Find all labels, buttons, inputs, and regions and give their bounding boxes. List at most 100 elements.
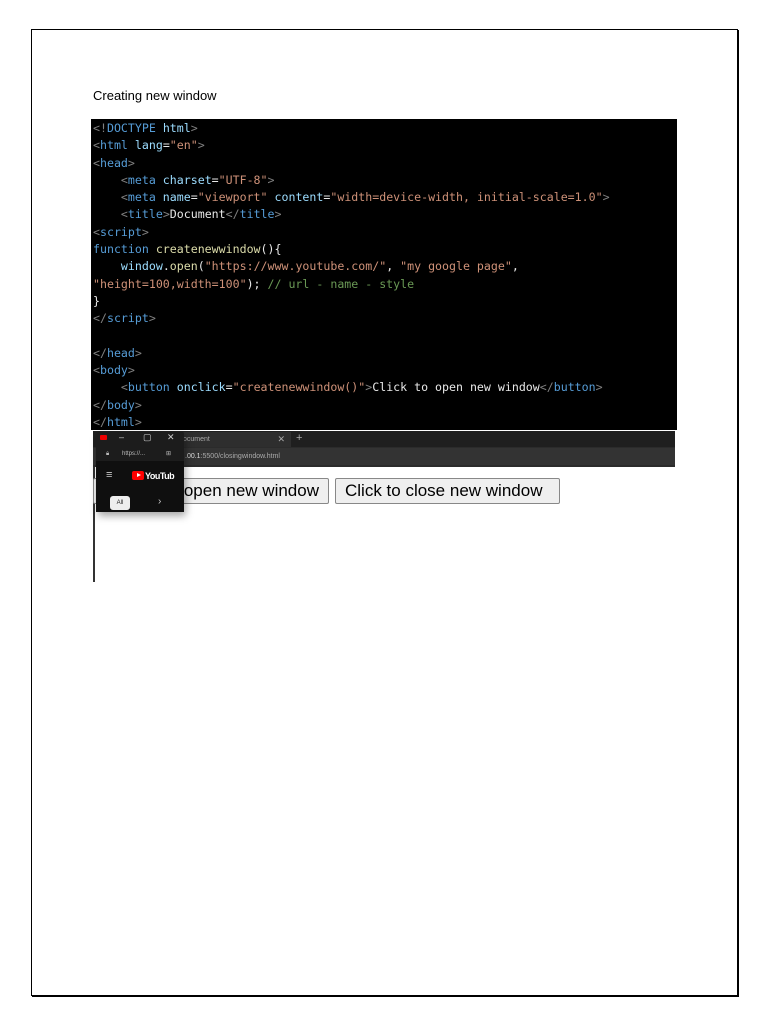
- code-token: >: [190, 121, 198, 135]
- code-line: <button onclick="createnewwindow()">Clic…: [91, 379, 677, 396]
- code-screenshot: <!DOCTYPE html> <html lang="en"> <head> <m…: [91, 119, 677, 430]
- code-token: window: [120, 259, 163, 274]
- code-line: </head>: [91, 345, 677, 362]
- code-line: <html lang="en">: [91, 137, 677, 154]
- youtube-play-icon: [132, 471, 144, 480]
- code-token: Document: [169, 207, 226, 222]
- code-token: head: [106, 345, 135, 360]
- maximize-icon: ▢: [143, 432, 152, 442]
- code-token: name: [155, 190, 191, 205]
- code-token: meta: [127, 190, 156, 205]
- code-token: body: [106, 397, 135, 412]
- code-line: <!DOCTYPE html>: [91, 120, 677, 137]
- code-token: >: [274, 207, 282, 222]
- code-token: "en": [169, 138, 198, 153]
- code-token: button: [553, 380, 596, 395]
- code-token: =: [162, 138, 170, 153]
- close-tab-icon: ✕: [277, 434, 285, 444]
- code-token: "width=device-width, initial-scale=1.0": [330, 190, 603, 205]
- minimize-icon: –: [119, 432, 125, 442]
- code-token: >: [148, 311, 156, 326]
- popup-url: https://...: [122, 451, 146, 457]
- code-token: html: [106, 415, 135, 430]
- code-token: "UTF-8": [218, 172, 268, 187]
- code-line: </body>: [91, 397, 677, 414]
- code-token: >: [595, 380, 603, 395]
- code-token: script: [99, 224, 142, 239]
- code-token: DOCTYPE: [106, 121, 156, 135]
- code-token: (){: [260, 242, 282, 257]
- menu-icon: ≡: [106, 469, 113, 481]
- code-line: <meta name="viewport" content="width=dev…: [91, 189, 677, 206]
- code-token: "createnewwindow()": [232, 380, 366, 395]
- code-token: );: [246, 276, 268, 291]
- code-token: >: [134, 397, 142, 412]
- code-token: title: [127, 207, 163, 222]
- code-line: <script>: [91, 224, 677, 241]
- code-token: charset: [155, 172, 212, 187]
- popup-window: – ▢ ✕ 🔒︎ https://... ⊞ ≡ YouTub All ›: [96, 431, 184, 512]
- youtube-favicon-icon: [100, 435, 107, 440]
- lock-icon: 🔒︎: [106, 451, 110, 457]
- browser-tab: ocument ✕: [181, 432, 291, 447]
- code-token: ,: [386, 259, 401, 274]
- code-token: meta: [127, 172, 156, 187]
- code-token: "height=100,width=100": [93, 276, 247, 291]
- code-token: >: [134, 415, 142, 430]
- code-token: =: [190, 190, 198, 205]
- code-token: </: [93, 311, 107, 326]
- url-host: .00.1: [185, 453, 201, 460]
- youtube-logo: YouTub: [132, 471, 175, 481]
- code-token: <: [120, 207, 128, 222]
- code-token: Click to open new window: [372, 380, 540, 395]
- code-token: </: [225, 207, 240, 222]
- code-token: =: [211, 172, 219, 187]
- app-icon: ⊞: [166, 451, 172, 457]
- code-token: .: [162, 259, 170, 274]
- close-icon: ✕: [167, 432, 175, 442]
- code-line: }: [91, 293, 677, 310]
- popup-address-bar: 🔒︎ https://... ⊞: [96, 447, 184, 461]
- code-token: title: [239, 207, 275, 222]
- code-line: </script>: [91, 310, 677, 327]
- code-token: "my google page": [400, 259, 512, 274]
- code-token: script: [106, 311, 149, 326]
- code-token: <: [120, 190, 128, 205]
- popup-titlebar: – ▢ ✕: [96, 431, 184, 445]
- code-line: <head>: [91, 155, 677, 172]
- close-window-button: Click to close new window: [335, 478, 560, 504]
- logo-text: YouTub: [145, 471, 175, 481]
- code-token: >: [162, 207, 170, 222]
- code-token: <: [93, 138, 100, 153]
- code-token: }: [93, 293, 100, 308]
- code-token: <: [93, 363, 100, 378]
- code-token: </: [93, 415, 107, 430]
- code-token: ,: [511, 259, 519, 274]
- code-token: html: [155, 121, 191, 135]
- code-token: open: [169, 259, 198, 274]
- caption: Creating new window: [93, 88, 217, 103]
- code-token: "viewport": [197, 190, 268, 205]
- url-path: :5500/closingwindow.html: [200, 453, 280, 460]
- code-token: <: [93, 224, 100, 239]
- code-token: function: [93, 242, 149, 257]
- code-token: button: [127, 380, 170, 395]
- code-token: <: [93, 155, 100, 170]
- code-token: <: [120, 380, 128, 395]
- code-token: <: [120, 172, 128, 187]
- code-token: >: [197, 138, 205, 153]
- code-token: </: [93, 397, 107, 412]
- code-line: <title>Document</title>: [91, 206, 677, 223]
- code-line: window.open("https://www.youtube.com/", …: [91, 258, 677, 275]
- code-line: "height=100,width=100"); // url - name -…: [91, 276, 677, 293]
- code-token: >: [134, 345, 142, 360]
- youtube-page: ≡ YouTub All ›: [96, 461, 184, 512]
- code-token: </: [539, 380, 554, 395]
- code-token: >: [127, 363, 135, 378]
